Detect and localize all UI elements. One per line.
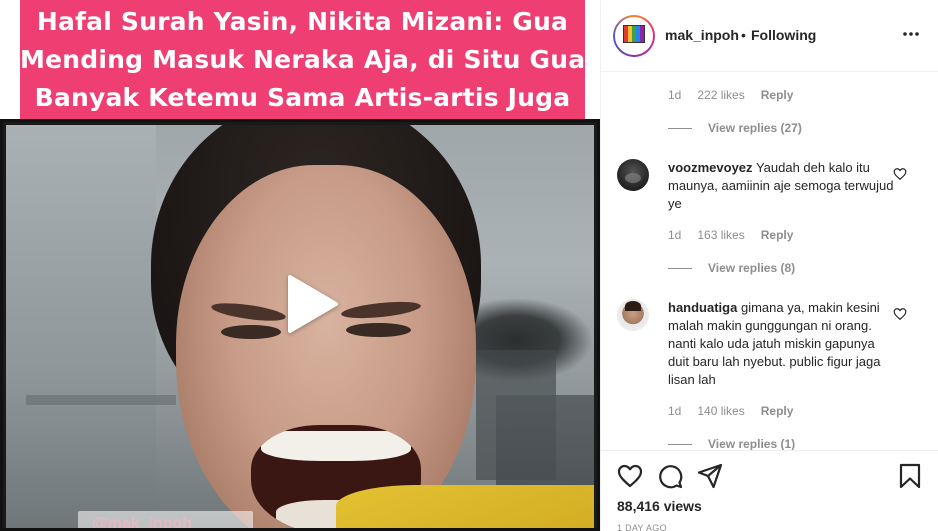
comment-meta: 1d 140 likes Reply — [668, 404, 793, 418]
following-button[interactable]: Following — [751, 27, 816, 43]
person-eye-right — [346, 323, 411, 337]
video-frame: @mak_inpoh — [6, 125, 594, 528]
heart-icon — [893, 168, 907, 181]
commenter-avatar[interactable] — [617, 299, 649, 331]
comment-body: voozmevoyez Yaudah deh kalo itu maunya, … — [668, 159, 896, 213]
post-header: mak_inpoh • Following — [601, 0, 938, 72]
comment-likes[interactable]: 140 likes — [697, 404, 744, 418]
comment-body: handuatiga gimana ya, makin kesini malah… — [668, 299, 896, 389]
view-replies-line — [668, 268, 692, 270]
commenter-username[interactable]: voozmevoyez — [668, 160, 753, 175]
video-background-shelf — [26, 395, 176, 405]
play-icon — [288, 275, 338, 333]
person-shirt — [336, 485, 594, 528]
watermark-text: @mak_inpoh — [92, 515, 193, 528]
comment-like-button[interactable] — [893, 307, 907, 321]
reply-button[interactable]: Reply — [761, 88, 794, 102]
post-actions-bar: 88,416 views 1 DAY AGO — [601, 450, 938, 531]
more-options-icon — [903, 32, 919, 36]
person-eye-left — [221, 325, 281, 339]
more-options-button[interactable] — [901, 24, 921, 44]
view-replies-button[interactable]: View replies (27) — [668, 121, 802, 135]
video-background-wall — [6, 125, 156, 528]
avatar-image — [615, 17, 653, 55]
comment-likes[interactable]: 163 likes — [697, 228, 744, 242]
post-date[interactable]: 1 DAY AGO — [617, 523, 667, 531]
header-username[interactable]: mak_inpoh — [665, 27, 739, 43]
reply-button[interactable]: Reply — [761, 404, 794, 418]
view-replies-button[interactable]: View replies (1) — [668, 437, 795, 450]
share-button[interactable] — [697, 463, 723, 489]
video-player[interactable]: @mak_inpoh — [0, 119, 600, 531]
comment-meta: 1d 163 likes Reply — [668, 228, 793, 242]
comments-list[interactable]: 1d 222 likes Reply View replies (27) voozm… — [601, 73, 938, 450]
reply-button[interactable]: Reply — [761, 228, 794, 242]
play-button[interactable] — [278, 271, 344, 337]
view-count[interactable]: 88,416 views — [617, 498, 702, 514]
view-replies-label: View replies (27) — [708, 121, 802, 135]
profile-avatar[interactable] — [613, 15, 655, 57]
headline-line-1: Hafal Surah Yasin, Nikita Mizani: Gua — [36, 7, 569, 36]
commenter-username[interactable]: handuatiga — [668, 300, 737, 315]
post-details-pane: mak_inpoh • Following 1d 222 likes Reply V… — [600, 0, 938, 531]
view-replies-line — [668, 444, 692, 446]
comment-meta: 1d 222 likes Reply — [668, 88, 793, 102]
view-replies-line — [668, 128, 692, 130]
comment-time: 1d — [668, 228, 682, 242]
comment-like-button[interactable] — [893, 167, 907, 181]
save-button[interactable] — [897, 463, 923, 489]
commenter-avatar[interactable] — [617, 159, 649, 191]
view-replies-label: View replies (8) — [708, 261, 796, 275]
headline-line-2: Mending Masuk Neraka Aja, di Situ Gua — [20, 45, 586, 74]
view-replies-button[interactable]: View replies (8) — [668, 261, 795, 275]
comment-likes[interactable]: 222 likes — [697, 88, 744, 102]
bookmark-icon — [899, 463, 921, 489]
heart-icon — [893, 308, 907, 321]
post-media: Hafal Surah Yasin, Nikita Mizani: Gua Me… — [0, 0, 600, 531]
comment-icon — [659, 465, 683, 489]
video-watermark: @mak_inpoh — [78, 511, 253, 528]
tv-logo-icon — [623, 25, 645, 43]
comment-button[interactable] — [657, 463, 683, 489]
comment-time: 1d — [668, 404, 682, 418]
share-icon — [697, 463, 723, 489]
heart-icon — [617, 464, 643, 488]
header-separator: • — [741, 27, 746, 43]
person-teeth-top — [261, 431, 411, 461]
headline-line-3: Banyak Ketemu Sama Artis-artis Juga — [34, 83, 571, 112]
comment-time: 1d — [668, 88, 682, 102]
view-replies-label: View replies (1) — [708, 437, 796, 450]
like-button[interactable] — [617, 463, 643, 489]
headline-banner: Hafal Surah Yasin, Nikita Mizani: Gua Me… — [20, 0, 585, 121]
